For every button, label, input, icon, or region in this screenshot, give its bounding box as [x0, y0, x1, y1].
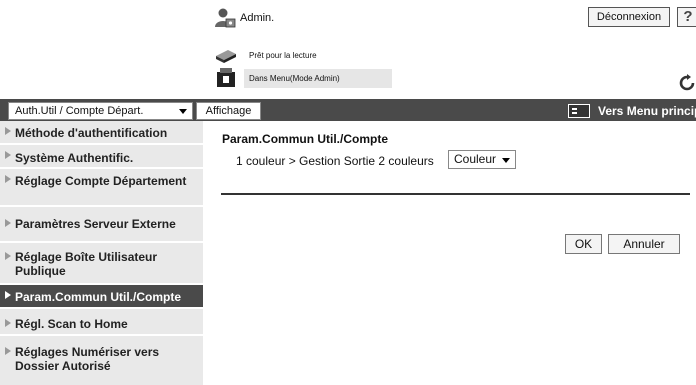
sidebar-item-parametres-serveur-externe[interactable]: Paramètres Serveur Externe: [0, 207, 203, 243]
arrow-right-icon: [5, 291, 11, 299]
divider: [221, 193, 690, 195]
sidebar-item-regl-scan-to-home[interactable]: Régl. Scan to Home: [0, 309, 203, 336]
arrow-right-icon: [5, 252, 11, 260]
arrow-right-icon: [5, 127, 11, 135]
device-mode-icon: [217, 68, 235, 87]
sidebar-item-methode-authentification[interactable]: Méthode d'authentification: [0, 121, 203, 145]
arrow-right-icon: [5, 319, 11, 327]
sidebar-item-label: Méthode d'authentification: [15, 126, 168, 140]
sidebar-item-reglage-compte-departement[interactable]: Réglage Compte Département: [0, 169, 203, 207]
tab-affichage[interactable]: Affichage: [196, 102, 261, 120]
sidebar-item-reglages-numeriser-dossier[interactable]: Réglages Numériser vers Dossier Autorisé: [0, 336, 203, 385]
cancel-button[interactable]: Annuler: [608, 234, 680, 254]
mode-select[interactable]: Auth.Util / Compte Départ.: [8, 102, 193, 120]
help-button[interactable]: ?: [677, 7, 696, 27]
arrow-right-icon: [5, 151, 11, 159]
mode-status-text: Dans Menu(Mode Admin): [249, 74, 340, 83]
sidebar-item-reglage-boite-utilisateur-publique[interactable]: Réglage Boîte Utilisateur Publique: [0, 243, 203, 285]
main-menu-icon[interactable]: [568, 104, 590, 118]
sidebar-item-label: Régl. Scan to Home: [15, 317, 128, 331]
sidebar-item-label: Réglage Compte Département: [15, 174, 187, 188]
sidebar-item-label: Réglage Boîte Utilisateur Publique: [15, 250, 158, 278]
sidebar-item-label: Système Authentific.: [15, 151, 134, 165]
refresh-icon[interactable]: [678, 74, 696, 92]
page-title: Param.Commun Util./Compte: [222, 132, 389, 146]
chevron-down-icon: [179, 109, 187, 114]
main-menu-link[interactable]: Vers Menu principal: [598, 104, 696, 118]
logout-button[interactable]: Déconnexion: [588, 7, 670, 27]
sidebar-item-systeme-authentific[interactable]: Système Authentific.: [0, 145, 203, 169]
color-mode-value: Couleur: [454, 152, 497, 166]
arrow-right-icon: [5, 219, 11, 227]
sidebar: Méthode d'authentification Système Authe…: [0, 121, 203, 385]
admin-user-icon: [215, 8, 236, 28]
ready-status-text: Prêt pour la lecture: [249, 51, 317, 60]
sidebar-item-label: Réglages Numériser vers Dossier Autorisé: [15, 345, 160, 373]
ok-button[interactable]: OK: [565, 234, 602, 254]
sidebar-item-param-commun[interactable]: Param.Commun Util./Compte: [0, 285, 203, 309]
arrow-right-icon: [5, 347, 11, 355]
sidebar-item-label: Param.Commun Util./Compte: [15, 290, 182, 304]
chevron-down-icon: [502, 158, 510, 163]
color-mode-select[interactable]: Couleur: [448, 150, 516, 169]
admin-user-label: Admin.: [240, 12, 275, 24]
sidebar-item-label: Paramètres Serveur Externe: [15, 217, 176, 231]
arrow-right-icon: [5, 175, 11, 183]
mode-select-value: Auth.Util / Compte Départ.: [15, 105, 144, 117]
printer-status-icon: [216, 50, 236, 63]
setting-label: 1 couleur > Gestion Sortie 2 couleurs: [236, 154, 434, 168]
